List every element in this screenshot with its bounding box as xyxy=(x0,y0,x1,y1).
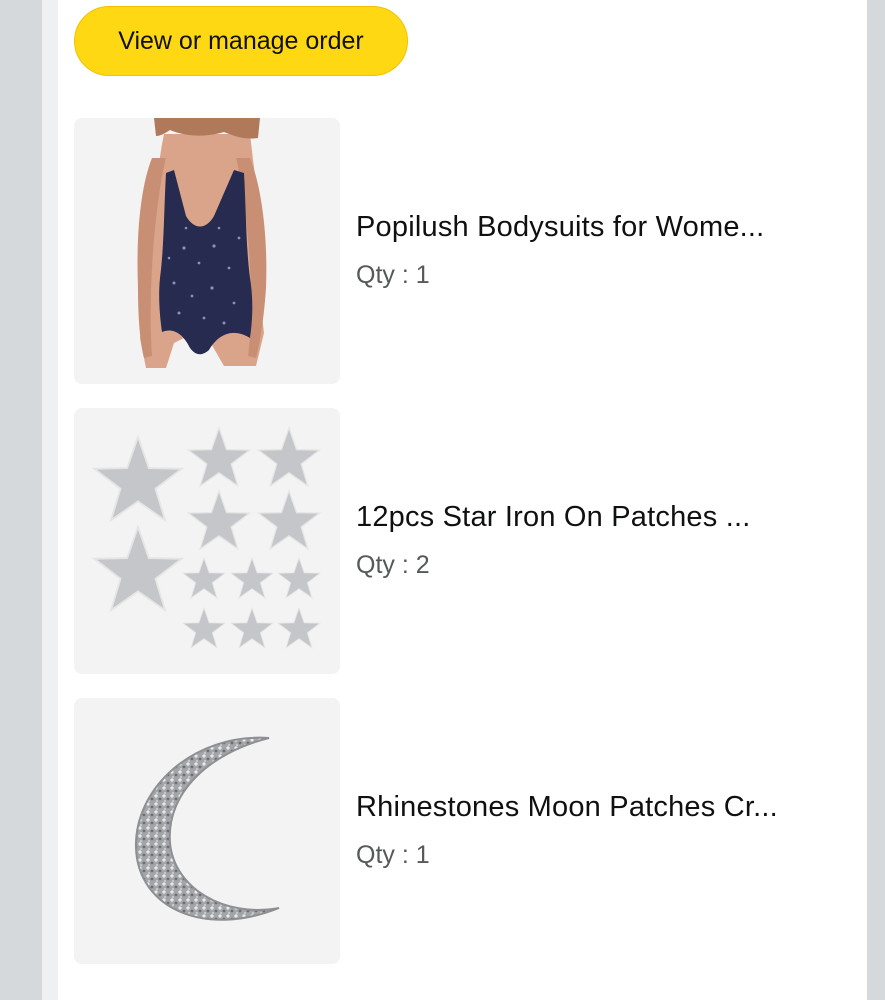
order-item[interactable]: 12pcs Star Iron On Patches ... Qty : 2 xyxy=(74,408,854,674)
item-title[interactable]: 12pcs Star Iron On Patches ... xyxy=(356,501,750,534)
card-left-border xyxy=(42,0,58,1000)
item-quantity: Qty : 2 xyxy=(356,551,430,579)
moon-patch-product-image[interactable] xyxy=(74,698,340,964)
order-card: View or manage order Popilush Bodysuits … xyxy=(58,0,867,1000)
item-title[interactable]: Rhinestones Moon Patches Cr... xyxy=(356,791,778,824)
item-quantity: Qty : 1 xyxy=(356,261,430,289)
order-item[interactable]: Rhinestones Moon Patches Cr... Qty : 1 xyxy=(74,698,854,964)
right-gutter xyxy=(867,0,885,1000)
star-patches-product-image[interactable] xyxy=(74,408,340,674)
view-or-manage-order-button[interactable]: View or manage order xyxy=(74,6,408,76)
item-title[interactable]: Popilush Bodysuits for Wome... xyxy=(356,211,764,244)
order-item[interactable]: Popilush Bodysuits for Wome... Qty : 1 xyxy=(74,118,854,384)
bodysuit-product-image[interactable] xyxy=(74,118,340,384)
left-gutter xyxy=(0,0,42,1000)
item-quantity: Qty : 1 xyxy=(356,841,430,869)
